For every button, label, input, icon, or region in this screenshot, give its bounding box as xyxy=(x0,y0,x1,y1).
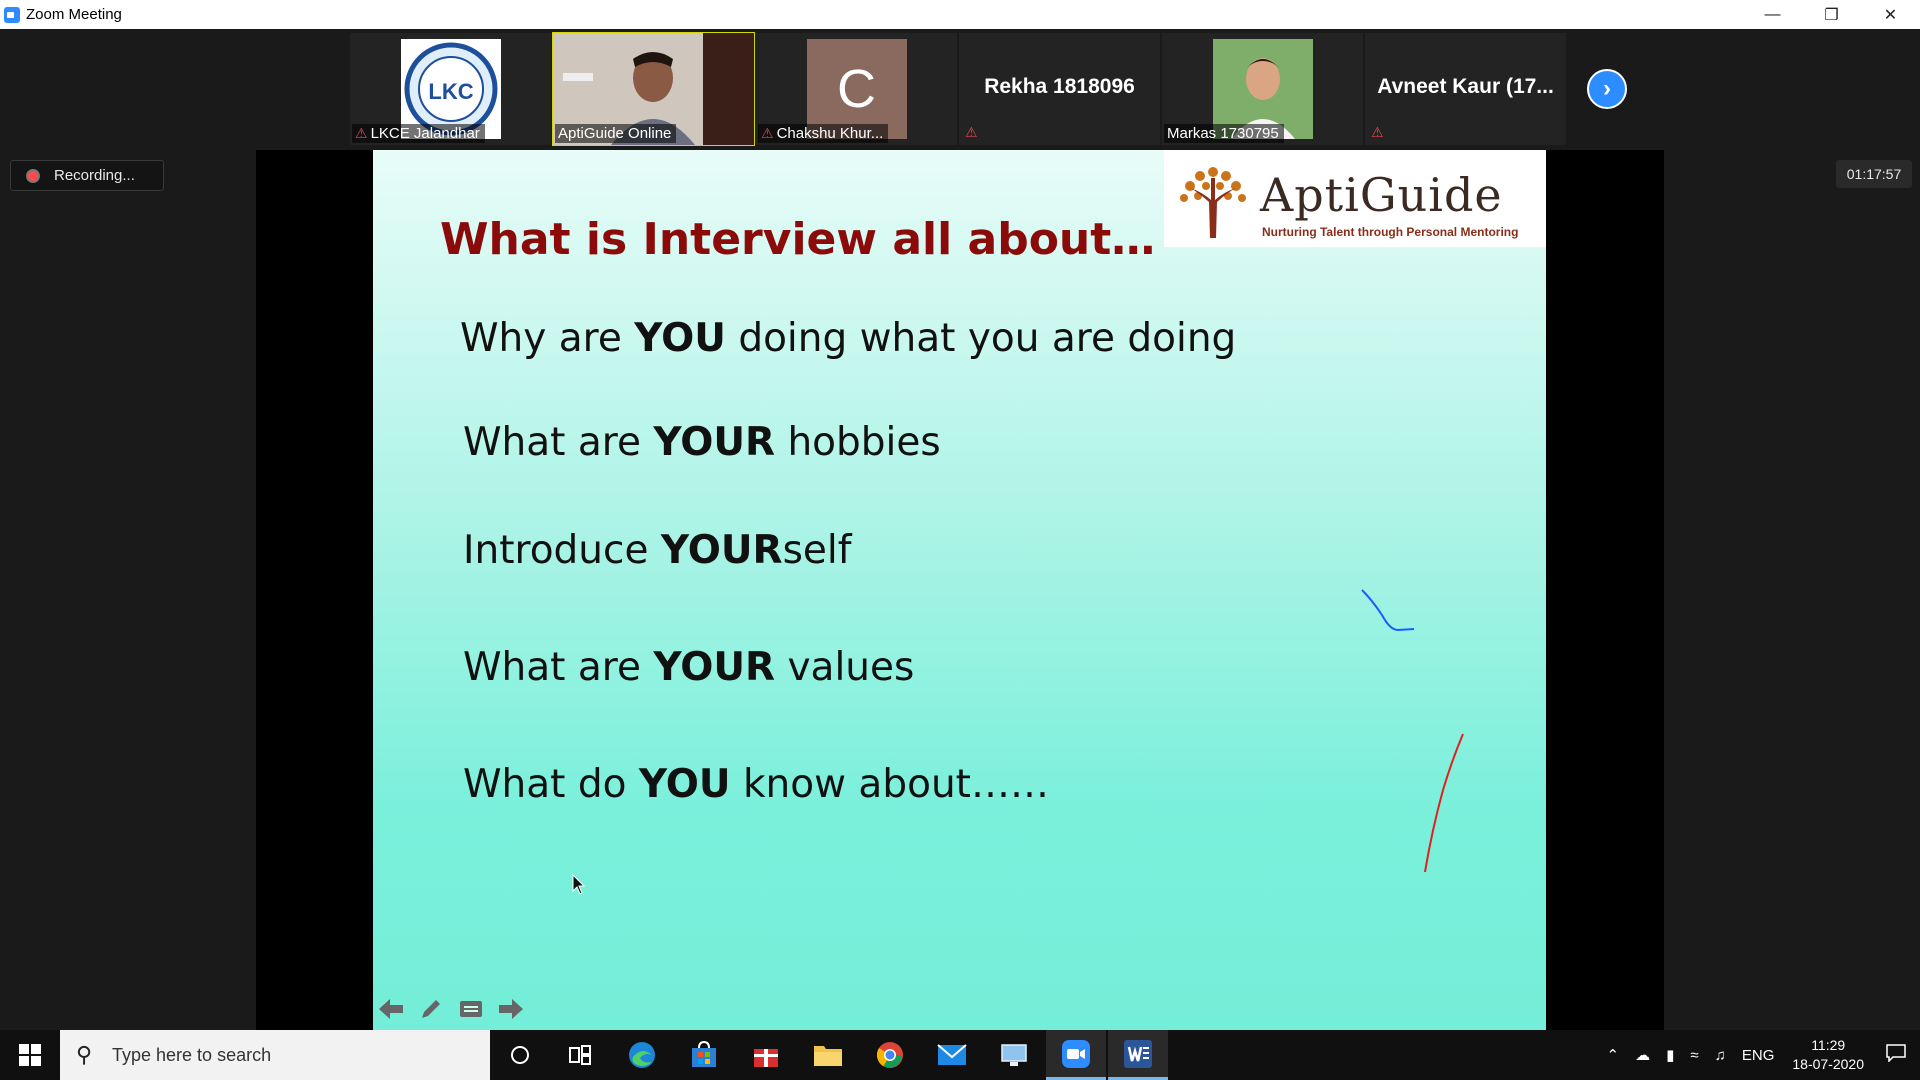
gift-app[interactable] xyxy=(736,1030,796,1080)
slide-bullet: Introduce YOURself xyxy=(463,528,852,573)
next-participants-button[interactable]: › xyxy=(1587,69,1627,109)
close-button[interactable]: ✕ xyxy=(1861,0,1920,29)
lkc-logo-text: LKC xyxy=(428,79,473,104)
mic-muted-icon: ⚠ xyxy=(761,125,774,141)
meeting-timer: 01:17:57 xyxy=(1836,160,1912,188)
taskbar: ⚲ Type here to search ⌃ ☁ ▮ ≈ ♫ ENG 11:2… xyxy=(0,1030,1920,1080)
word-icon xyxy=(1124,1039,1152,1068)
mouse-cursor-icon xyxy=(572,874,586,895)
zoom-app-icon xyxy=(4,6,20,23)
language-indicator[interactable]: ENG xyxy=(1742,1047,1775,1064)
zoom-icon xyxy=(1062,1039,1090,1068)
participant-name: Avneet Kaur (17... xyxy=(1377,75,1554,98)
participant-label: Markas 1730795 xyxy=(1164,124,1284,143)
zoom-app[interactable] xyxy=(1046,1030,1106,1080)
participant-label: AptiGuide Online xyxy=(555,124,677,143)
search-icon: ⚲ xyxy=(76,1042,93,1067)
pen-icon[interactable] xyxy=(418,996,444,1022)
participant-tile-markas[interactable]: Markas 1730795 xyxy=(1162,33,1363,145)
mail-icon xyxy=(937,1044,967,1065)
gift-icon xyxy=(754,1049,778,1067)
slide-bullet: What are YOUR values xyxy=(463,645,915,690)
restore-button[interactable]: ❐ xyxy=(1802,0,1861,29)
slide-bullet: What are YOUR hobbies xyxy=(463,420,941,465)
participant-label: ⚠ Chakshu Khur... xyxy=(758,124,889,143)
next-slide-arrow-icon[interactable] xyxy=(498,996,524,1022)
title-bar: Zoom Meeting — ❐ ✕ xyxy=(0,0,1920,29)
slide-title: What is Interview all about… xyxy=(440,214,1156,265)
record-icon xyxy=(26,168,40,183)
chevron-right-icon: › xyxy=(1603,75,1611,102)
system-tray: ⌃ ☁ ▮ ≈ ♫ ENG 11:29 18-07-2020 xyxy=(1599,1030,1920,1080)
mic-muted-icon: ⚠ xyxy=(1371,124,1384,140)
file-explorer-app[interactable] xyxy=(798,1030,858,1080)
previous-slide-arrow-icon[interactable] xyxy=(378,996,404,1022)
edge-app[interactable] xyxy=(612,1030,672,1080)
mail-app[interactable] xyxy=(922,1030,982,1080)
chrome-app[interactable] xyxy=(860,1030,920,1080)
menu-icon[interactable] xyxy=(458,996,484,1022)
cortana-icon xyxy=(511,1046,529,1064)
window-title: Zoom Meeting xyxy=(26,6,122,23)
desktop-icon xyxy=(1001,1044,1027,1066)
participant-tile-avneet[interactable]: Avneet Kaur (17... ⚠ xyxy=(1365,33,1566,145)
wifi-icon[interactable]: ≈ xyxy=(1690,1047,1698,1064)
word-app[interactable] xyxy=(1108,1030,1168,1080)
mic-muted-icon: ⚠ xyxy=(355,125,368,141)
clock-time: 11:29 xyxy=(1811,1037,1846,1053)
chrome-icon xyxy=(876,1042,903,1068)
aptiguide-logo: AptiGuide Nurturing Talent through Perso… xyxy=(1164,150,1546,247)
presentation-slide xyxy=(373,150,1546,1030)
participant-tile-rekha[interactable]: Rekha 1818096 ⚠ xyxy=(959,33,1160,145)
participant-tile-lkce[interactable]: LKC ⚠ LKCE Jalandhar xyxy=(350,33,551,145)
desktop-app[interactable] xyxy=(984,1030,1044,1080)
recording-indicator[interactable]: Recording... xyxy=(10,160,164,191)
mic-muted-icon: ⚠ xyxy=(965,124,978,140)
logo-tagline: Nurturing Talent through Personal Mentor… xyxy=(1262,225,1519,239)
task-view-icon xyxy=(569,1045,591,1065)
battery-icon[interactable]: ▮ xyxy=(1666,1046,1674,1064)
slide-navigation xyxy=(378,996,524,1022)
participant-tile-chakshu[interactable]: C ⚠ Chakshu Khur... xyxy=(756,33,957,145)
windows-logo-icon xyxy=(19,1044,41,1066)
participant-name: Rekha 1818096 xyxy=(984,75,1135,98)
folder-icon xyxy=(814,1046,842,1066)
taskbar-clock[interactable]: 11:29 18-07-2020 xyxy=(1792,1036,1864,1074)
store-app[interactable] xyxy=(674,1030,734,1080)
start-button[interactable] xyxy=(0,1030,60,1080)
chevron-up-icon[interactable]: ⌃ xyxy=(1607,1046,1620,1064)
tree-logo-icon xyxy=(1180,167,1246,238)
logo-name: AptiGuide xyxy=(1260,168,1503,222)
volume-icon[interactable]: ♫ xyxy=(1715,1047,1726,1064)
slide-bullet: What do YOU know about…… xyxy=(463,762,1049,807)
task-view-button[interactable] xyxy=(550,1030,610,1080)
taskbar-search-box[interactable]: ⚲ Type here to search xyxy=(60,1030,490,1080)
minimize-button[interactable]: — xyxy=(1743,0,1802,29)
slide-bullet: Why are YOU doing what you are doing xyxy=(460,316,1237,361)
search-placeholder: Type here to search xyxy=(112,1044,272,1065)
notifications-icon[interactable] xyxy=(1886,1044,1906,1066)
recording-label: Recording... xyxy=(54,167,135,184)
cortana-button[interactable] xyxy=(490,1030,550,1080)
cloud-icon[interactable]: ☁ xyxy=(1635,1046,1650,1064)
participant-label: ⚠ LKCE Jalandhar xyxy=(352,124,485,143)
clock-date: 18-07-2020 xyxy=(1792,1056,1864,1072)
participant-tile-aptiguide[interactable]: AptiGuide Online xyxy=(552,32,755,146)
participant-strip: LKC ⚠ LKCE Jalandhar AptiGuide Online C … xyxy=(0,29,1920,149)
store-icon xyxy=(692,1041,716,1067)
edge-icon xyxy=(629,1042,655,1068)
